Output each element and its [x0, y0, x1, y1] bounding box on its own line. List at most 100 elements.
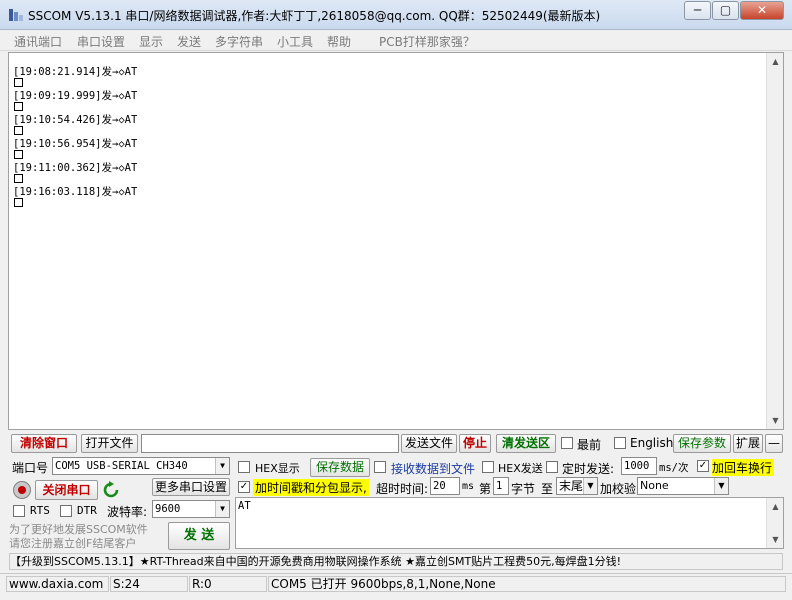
- app-icon: [9, 9, 23, 21]
- baud-value: 9600: [155, 503, 181, 515]
- checksum-label: 加校验: [600, 482, 637, 496]
- first-label: 第: [479, 482, 492, 496]
- line-break-marker: [13, 174, 137, 186]
- receive-scrollbar[interactable]: ▲ ▼: [766, 53, 783, 429]
- topmost-checkbox[interactable]: [561, 437, 573, 449]
- menu-multi-string[interactable]: 多字符串: [215, 33, 263, 50]
- file-path-input[interactable]: [141, 434, 399, 453]
- dtr-label: DTR: [77, 504, 97, 517]
- recv-to-file-label: 接收数据到文件: [391, 462, 476, 476]
- collapse-button[interactable]: —: [765, 434, 783, 453]
- hex-send-checkbox[interactable]: [482, 461, 494, 473]
- save-params-button[interactable]: 保存参数: [673, 434, 731, 453]
- hex-send-label: HEX发送: [498, 462, 543, 475]
- save-data-button[interactable]: 保存数据: [310, 458, 370, 477]
- chevron-down-icon[interactable]: ▼: [215, 458, 229, 474]
- window-title: SSCOM V5.13.1 串口/网络数据调试器,作者:大虾丁丁,2618058…: [28, 9, 601, 23]
- menu-comm-port[interactable]: 通讯端口: [14, 33, 62, 50]
- chevron-down-icon[interactable]: ▼: [714, 478, 728, 494]
- menu-bar: 通讯端口 串口设置 显示 发送 多字符串 小工具 帮助 PCB打样那家强？: [0, 30, 792, 51]
- dtr-checkbox[interactable]: [60, 505, 72, 517]
- interval-input[interactable]: 1000: [621, 457, 657, 475]
- menu-help[interactable]: 帮助: [327, 33, 351, 50]
- checksum-value: None: [640, 479, 669, 492]
- baud-select[interactable]: 9600 ▼: [152, 500, 230, 518]
- received-count: R:0: [189, 576, 267, 592]
- send-file-button[interactable]: 发送文件: [401, 434, 457, 453]
- line-break-marker: [13, 78, 137, 90]
- line-break-marker: [13, 198, 137, 210]
- menu-send[interactable]: 发送: [177, 33, 201, 50]
- to-label: 至: [541, 482, 554, 496]
- refresh-icon[interactable]: [102, 481, 120, 499]
- receive-line: [19:08:21.914]发→◇AT: [13, 66, 138, 78]
- receive-line: [19:09:19.999]发→◇AT: [13, 90, 138, 102]
- scroll-down-icon[interactable]: ▼: [767, 531, 784, 548]
- add-crlf-label: 加回车换行: [712, 459, 774, 476]
- status-bar: www.daxia.com S:24 R:0 COM5 已打开 9600bps,…: [0, 573, 792, 593]
- close-button[interactable]: ✕: [740, 1, 784, 20]
- chevron-down-icon[interactable]: ▼: [215, 501, 229, 517]
- hex-display-checkbox[interactable]: [238, 461, 250, 473]
- menu-pcb-ad[interactable]: PCB打样那家强？: [379, 33, 475, 50]
- promo-line-1: 为了更好地发展SSCOM软件: [9, 523, 148, 536]
- clear-window-button[interactable]: 清除窗口: [11, 434, 77, 453]
- end-select[interactable]: 末尾 ▼: [556, 477, 598, 495]
- send-text: AT: [238, 500, 251, 512]
- menu-serial-settings[interactable]: 串口设置: [77, 33, 125, 50]
- rts-label: RTS: [30, 504, 50, 517]
- rts-checkbox[interactable]: [13, 505, 25, 517]
- port-status-icon: [13, 481, 31, 499]
- recv-to-file-checkbox[interactable]: [374, 461, 386, 473]
- open-file-button[interactable]: 打开文件: [81, 434, 138, 453]
- topmost-label: 最前: [577, 438, 602, 452]
- sent-count: S:24: [110, 576, 188, 592]
- receive-line: [19:11:00.362]发→◇AT: [13, 162, 138, 174]
- add-crlf-checkbox[interactable]: ✓: [697, 460, 709, 472]
- timed-send-checkbox[interactable]: [546, 461, 558, 473]
- line-break-marker: [13, 102, 137, 114]
- title-bar: SSCOM V5.13.1 串口/网络数据调试器,作者:大虾丁丁,2618058…: [0, 0, 792, 30]
- port-select[interactable]: COM5 USB-SERIAL CH340 ▼: [52, 457, 230, 475]
- expand-button[interactable]: 扩展: [733, 434, 763, 453]
- send-textarea[interactable]: AT ▲ ▼: [235, 497, 784, 549]
- ms-label: ms: [462, 481, 475, 492]
- timestamp-checkbox[interactable]: ✓: [238, 481, 250, 493]
- restore-button[interactable]: ▢: [712, 1, 739, 20]
- website-link[interactable]: www.daxia.com: [6, 576, 109, 592]
- minimize-button[interactable]: ─: [684, 1, 711, 20]
- line-break-marker: [13, 150, 137, 162]
- hex-display-label: HEX显示: [255, 462, 300, 475]
- timeout-label: 超时时间:: [376, 482, 429, 496]
- port-value: COM5 USB-SERIAL CH340: [55, 460, 188, 472]
- port-state: COM5 已打开 9600bps,8,1,None,None: [268, 576, 786, 592]
- timeout-input[interactable]: 20: [430, 477, 460, 495]
- byte-label: 字节: [511, 482, 536, 496]
- promo-line-2: 请您注册嘉立创F结尾客户: [9, 537, 137, 550]
- close-port-button[interactable]: 关闭串口: [35, 480, 98, 500]
- receive-area[interactable]: [19:08:21.914]发→◇AT [19:09:19.999]发→◇AT …: [8, 52, 784, 430]
- english-checkbox[interactable]: [614, 437, 626, 449]
- port-label: 端口号: [12, 461, 49, 475]
- receive-line: [19:16:03.118]发→◇AT: [13, 186, 138, 198]
- baud-label: 波特率:: [107, 505, 148, 519]
- scroll-up-icon[interactable]: ▲: [767, 53, 784, 70]
- checksum-select[interactable]: None ▼: [637, 477, 729, 495]
- menu-display[interactable]: 显示: [139, 33, 163, 50]
- receive-line: [19:10:54.426]发→◇AT: [13, 114, 138, 126]
- chevron-down-icon[interactable]: ▼: [583, 478, 597, 494]
- english-label: English: [630, 436, 674, 450]
- byte-index-input[interactable]: 1: [493, 477, 509, 495]
- interval-unit: ms/次: [659, 462, 689, 474]
- send-button[interactable]: 发 送: [168, 522, 230, 550]
- clear-send-button[interactable]: 清发送区: [496, 434, 556, 453]
- send-scrollbar[interactable]: ▲ ▼: [766, 498, 783, 548]
- more-settings-button[interactable]: 更多串口设置: [152, 478, 230, 496]
- scroll-down-icon[interactable]: ▼: [767, 412, 784, 429]
- menu-tools[interactable]: 小工具: [277, 33, 313, 50]
- scroll-up-icon[interactable]: ▲: [767, 498, 784, 515]
- receive-log: [19:08:21.914]发→◇AT [19:09:19.999]发→◇AT …: [13, 66, 137, 210]
- line-break-marker: [13, 126, 137, 138]
- promo-banner[interactable]: 【升级到SSCOM5.13.1】★RT-Thread来自中国的开源免费商用物联网…: [9, 553, 783, 570]
- stop-button[interactable]: 停止: [459, 434, 491, 453]
